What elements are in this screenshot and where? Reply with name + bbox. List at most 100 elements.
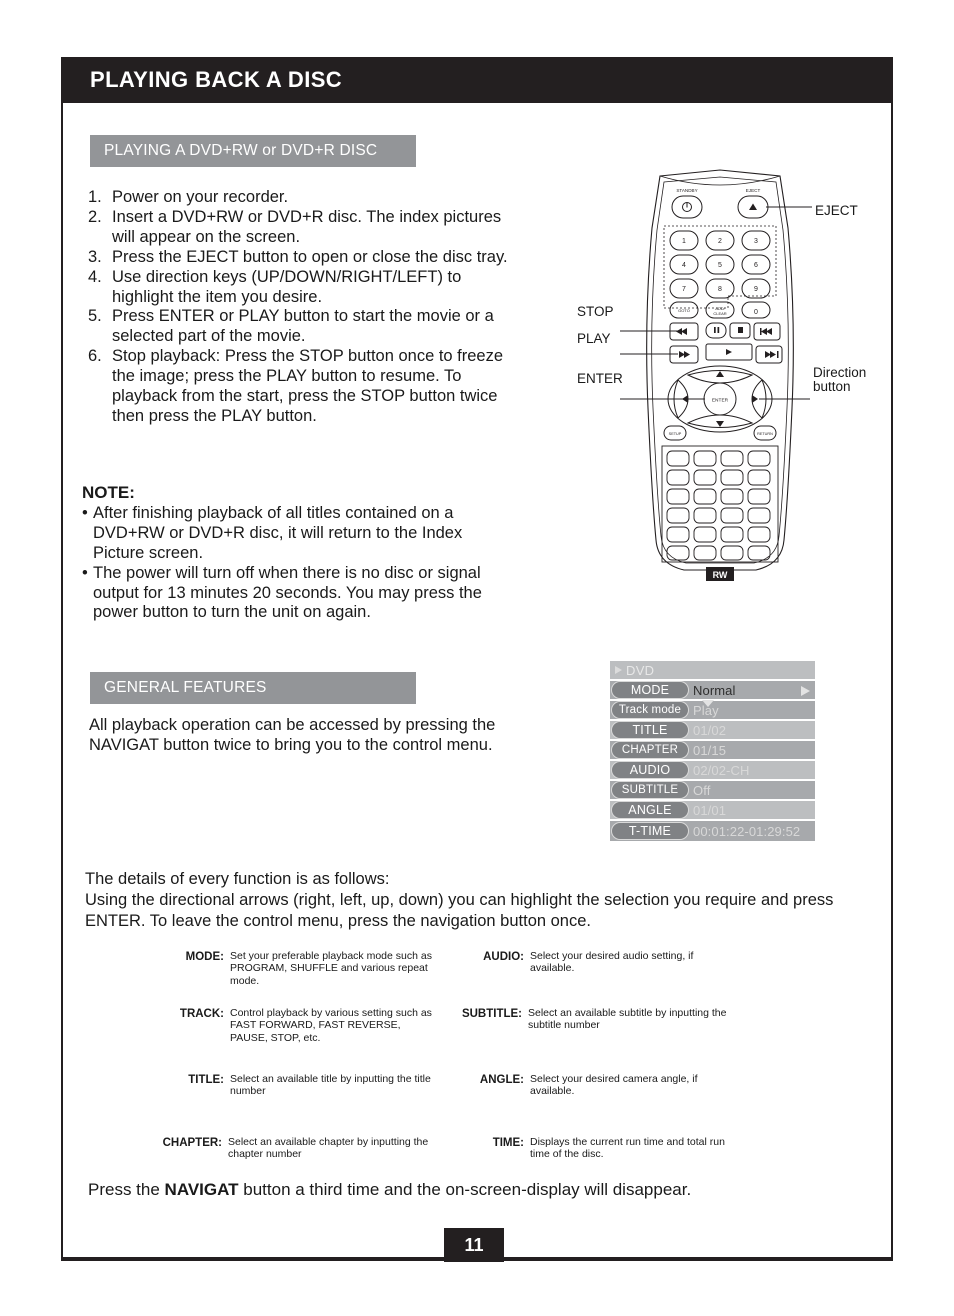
callout-label-eject: EJECT: [815, 203, 858, 218]
osd-label-chapter: CHAPTER: [611, 741, 689, 759]
svg-text:4: 4: [682, 262, 686, 269]
definition-term: SUBTITLE:: [461, 1008, 522, 1020]
list-item: 2. Insert a DVD+RW or DVD+R disc. The in…: [82, 208, 522, 248]
section-header-playing-dvd-label: PLAYING A DVD+RW or DVD+R DISC: [104, 142, 378, 159]
step-text: Stop playback: Press the STOP button onc…: [112, 347, 504, 425]
osd-label-total-time: T-TIME: [611, 822, 689, 840]
remote-key-label-eject: EJECT: [746, 188, 761, 193]
definition-angle: ANGLE: Select your desired camera angle,…: [450, 1073, 740, 1136]
definition-track: TRACK: Control playback by various setti…: [150, 1007, 440, 1073]
column-spacer: [440, 1136, 450, 1161]
section-header-general-features: GENERAL FEATURES: [90, 672, 416, 704]
osd-row-track-mode[interactable]: Track mode Play: [610, 700, 815, 721]
page-number: 11: [464, 1234, 484, 1255]
osd-row-audio[interactable]: AUDIO 02/02-CH: [610, 761, 815, 781]
svg-text:1: 1: [682, 238, 686, 245]
svg-text:2: 2: [718, 238, 722, 245]
general-features-paragraph: All playback operation can be accessed b…: [89, 716, 496, 754]
svg-text:SETUP: SETUP: [669, 432, 682, 436]
svg-text:9: 9: [754, 286, 758, 293]
step-number: 4.: [88, 267, 102, 286]
osd-row-chapter[interactable]: CHAPTER 01/15: [610, 741, 815, 761]
definition-description: Displays the current run time and total …: [530, 1136, 725, 1161]
table-row: CHAPTER: Select an available chapter by …: [150, 1136, 850, 1161]
svg-text:GOTO: GOTO: [678, 308, 690, 313]
svg-text:8: 8: [718, 286, 722, 293]
table-row: TRACK: Control playback by various setti…: [150, 1007, 850, 1073]
eject-triangle-icon: [749, 203, 757, 210]
step-number: 2.: [88, 207, 102, 226]
osd-value-total-time: 00:01:22-01:29:52: [693, 823, 801, 839]
osd-row-total-time[interactable]: T-TIME 00:01:22-01:29:52: [610, 821, 815, 841]
definition-subtitle: SUBTITLE: Select an available subtitle b…: [450, 1007, 740, 1073]
osd-label-track-mode: Track mode: [611, 701, 689, 719]
osd-value-mode: Normal: [693, 682, 736, 698]
svg-text:RETURN: RETURN: [757, 432, 773, 436]
svg-text:0: 0: [754, 309, 758, 316]
svg-text:5: 5: [718, 262, 722, 269]
definition-description: Set your preferable playback mode such a…: [230, 950, 432, 987]
svg-text:7: 7: [682, 286, 686, 293]
remote-key-label-enter: ENTER: [712, 398, 729, 404]
callout-label-enter: ENTER: [577, 371, 623, 386]
table-row: MODE: Set your preferable playback mode …: [150, 950, 850, 1007]
definition-term: TRACK:: [179, 1008, 224, 1020]
step-number: 5.: [88, 307, 102, 326]
note-item-text: The power will turn off when there is no…: [93, 563, 482, 622]
list-item: 4. Use direction keys (UP/DOWN/RIGHT/LEF…: [82, 268, 522, 308]
osd-row-title[interactable]: TITLE 01/02: [610, 721, 815, 741]
remote-lower-button-grid: [666, 450, 771, 561]
step-number: 3.: [88, 247, 102, 266]
chevron-down-icon: [702, 700, 714, 707]
step-text: Press ENTER or PLAY button to start the …: [112, 307, 494, 346]
arrow-right-icon: [752, 395, 758, 403]
definition-term: ANGLE:: [479, 1074, 524, 1086]
note-item: • The power will turn off when there is …: [82, 564, 514, 624]
chevron-right-icon: [801, 686, 810, 696]
osd-label-angle: ANGLE: [611, 801, 689, 819]
list-item: 5. Press ENTER or PLAY button to start t…: [82, 307, 522, 347]
numbered-steps-list: 1. Power on your recorder. 2. Insert a D…: [82, 188, 522, 427]
step-number: 1.: [88, 188, 102, 206]
definition-description: Select your desired audio setting, if av…: [530, 950, 694, 975]
osd-row-angle[interactable]: ANGLE 01/01: [610, 801, 815, 821]
definition-description: Select an available title by inputting t…: [230, 1073, 431, 1098]
svg-text:6: 6: [754, 262, 758, 269]
remote-key-label-standby: STANDBY: [676, 188, 697, 193]
callout-label-stop: STOP: [577, 304, 614, 319]
note-title: NOTE:: [82, 483, 135, 502]
osd-header-row: DVD: [610, 661, 815, 681]
osd-control-menu: DVD MODE Normal Track mode Play TITLE 01…: [610, 661, 815, 841]
osd-value-title: 01/02: [693, 722, 727, 738]
step-text: Press the EJECT button to open or close …: [112, 247, 508, 266]
callout-label-play: PLAY: [577, 331, 611, 346]
osd-label-subtitle: SUBTITLE: [611, 781, 689, 799]
step-text: Power on your recorder.: [112, 188, 289, 206]
final-suffix: button a third time and the on-screen-di…: [238, 1180, 692, 1199]
definition-term: MODE:: [185, 951, 224, 963]
osd-row-mode[interactable]: MODE Normal: [610, 681, 815, 701]
bullet-icon: •: [82, 563, 88, 582]
list-item: 1. Power on your recorder.: [82, 188, 522, 208]
osd-label-title: TITLE: [611, 721, 689, 739]
definition-chapter: CHAPTER: Select an available chapter by …: [150, 1136, 440, 1161]
note-item-text: After finishing playback of all titles c…: [93, 503, 463, 562]
function-definitions-table: MODE: Set your preferable playback mode …: [150, 950, 850, 1161]
arrow-up-icon: [716, 371, 724, 377]
definition-term: TITLE:: [188, 1074, 224, 1086]
step-text: Use direction keys (UP/DOWN/RIGHT/LEFT) …: [112, 267, 462, 306]
definition-term: TIME:: [492, 1137, 524, 1149]
definition-term: CHAPTER:: [162, 1137, 222, 1149]
definition-time: TIME: Displays the current run time and …: [450, 1136, 740, 1161]
svg-text:CLEAR: CLEAR: [713, 311, 726, 316]
list-item: 6. Stop playback: Press the STOP button …: [82, 347, 522, 427]
arrow-down-icon: [716, 421, 724, 427]
callout-label-direction-button: Direction button: [813, 365, 867, 394]
rw-logo-icon: RW: [706, 567, 734, 581]
step-number: 6.: [88, 347, 102, 366]
transport-icons-row1: [676, 327, 772, 335]
osd-row-subtitle[interactable]: SUBTITLE Off: [610, 781, 815, 801]
final-bold-navigat: NAVIGAT: [164, 1180, 239, 1199]
transport-icons-row2: [679, 349, 779, 358]
definition-title: TITLE: Select an available title by inpu…: [150, 1073, 440, 1136]
